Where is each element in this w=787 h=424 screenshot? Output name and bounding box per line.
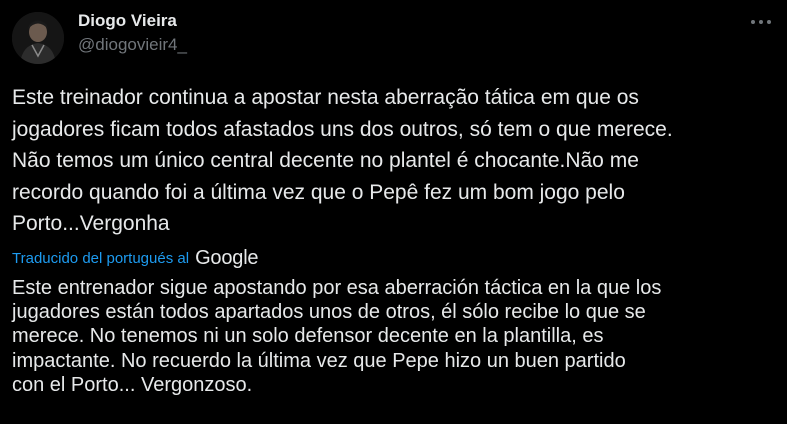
author-handle[interactable]: @diogovieir4_ xyxy=(78,34,187,56)
user-avatar-icon xyxy=(12,12,64,64)
google-logo: Google xyxy=(195,246,259,269)
more-button[interactable] xyxy=(747,12,775,32)
tweet-header: Diogo Vieira @diogovieir4_ xyxy=(12,10,775,64)
author-info: Diogo Vieira @diogovieir4_ xyxy=(78,10,187,56)
author-display-name[interactable]: Diogo Vieira xyxy=(78,10,187,32)
avatar[interactable] xyxy=(12,12,64,64)
translation-attribution: Traducido del portugués al Google xyxy=(12,244,259,272)
translation-label-link[interactable]: Traducido del portugués al xyxy=(12,250,189,267)
tweet-text: Este treinador continua a apostar nesta … xyxy=(12,86,673,236)
translated-text: Este entrenador sigue apostando por esa … xyxy=(12,277,662,396)
more-horizontal-icon xyxy=(751,20,771,24)
